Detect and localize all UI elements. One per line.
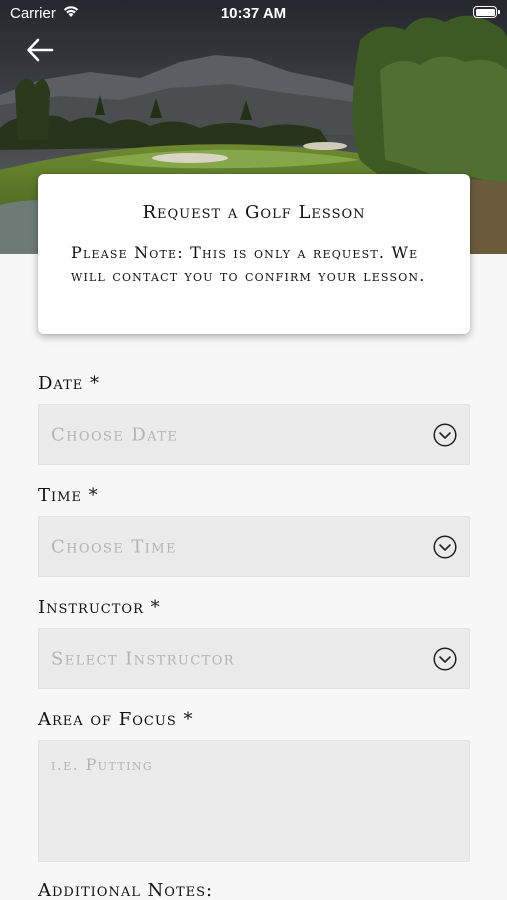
battery-icon bbox=[473, 6, 500, 18]
instructor-placeholder: Select Instructor bbox=[51, 648, 235, 669]
back-button[interactable] bbox=[24, 34, 58, 66]
chevron-down-circle-icon bbox=[433, 422, 457, 447]
focus-textarea[interactable]: i.e. Putting bbox=[38, 740, 470, 862]
lesson-info-card: Request a Golf Lesson Please Note: This … bbox=[38, 174, 470, 334]
date-select[interactable]: Choose Date bbox=[38, 404, 470, 465]
focus-label: Area of Focus * bbox=[38, 709, 194, 730]
date-placeholder: Choose Date bbox=[51, 424, 179, 445]
notes-label: Additional Notes: bbox=[38, 880, 214, 900]
request-note: Please Note: This is only a request. We … bbox=[71, 243, 426, 285]
time-select[interactable]: Choose Time bbox=[38, 516, 470, 577]
arrow-left-icon bbox=[27, 38, 54, 62]
instructor-label: Instructor * bbox=[38, 597, 161, 618]
focus-placeholder: i.e. Putting bbox=[51, 755, 154, 774]
time-placeholder: Choose Time bbox=[51, 536, 177, 557]
time-label: Time * bbox=[38, 485, 99, 506]
chevron-down-circle-icon bbox=[433, 646, 457, 671]
golf-lesson-request-screen: Carrier 10:37 AM Request a Golf Lesson P… bbox=[0, 0, 507, 900]
page-title: Request a Golf Lesson bbox=[142, 202, 366, 223]
clock: 10:37 AM bbox=[220, 5, 287, 22]
chevron-down-circle-icon bbox=[433, 534, 457, 559]
date-label: Date * bbox=[38, 373, 100, 394]
status-bar: Carrier 10:37 AM bbox=[0, 0, 507, 28]
instructor-select[interactable]: Select Instructor bbox=[38, 628, 470, 689]
